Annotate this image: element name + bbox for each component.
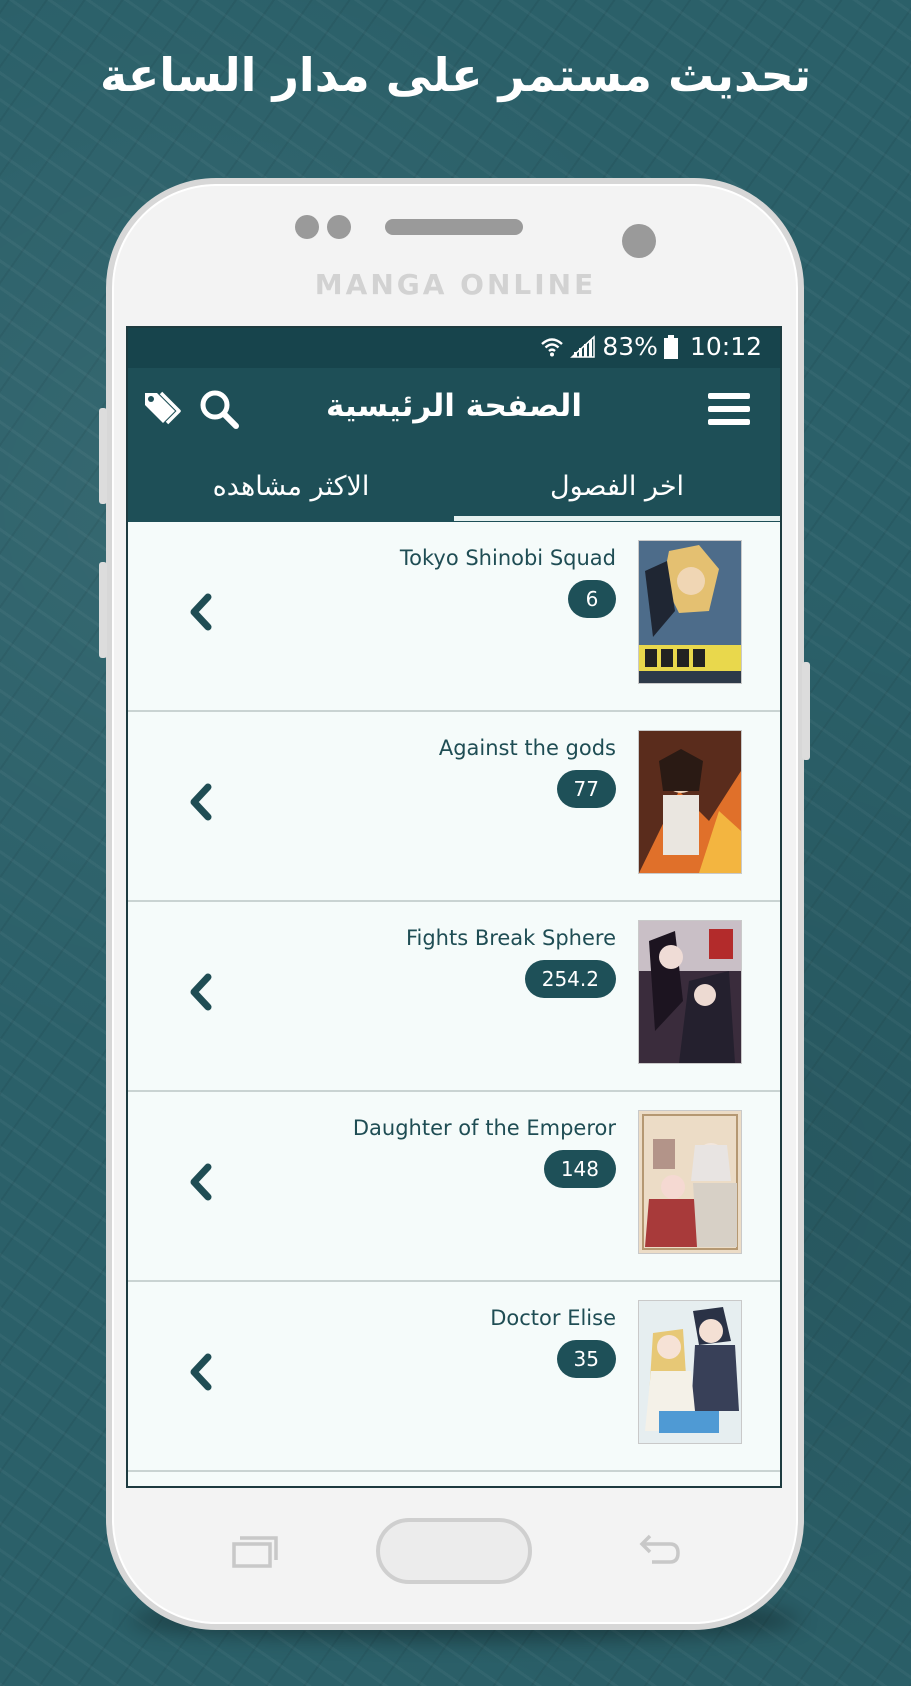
app-bar: الصفحة الرئيسية bbox=[128, 368, 780, 450]
tab-most-viewed[interactable]: الاكثر مشاهده bbox=[128, 450, 454, 522]
list-item[interactable]: Doctor Elise 35 bbox=[128, 1282, 780, 1472]
phone-side-button bbox=[99, 562, 107, 658]
battery-icon bbox=[663, 334, 678, 359]
front-camera bbox=[622, 224, 656, 258]
speaker-grille bbox=[385, 219, 523, 235]
chapter-badge: 148 bbox=[543, 1150, 616, 1188]
manga-title: Daughter of the Emperor bbox=[352, 1116, 616, 1140]
headline: تحديث مستمر على مدار الساعة bbox=[99, 48, 812, 102]
menu-button[interactable] bbox=[706, 386, 752, 432]
phone-power-button bbox=[802, 662, 810, 760]
list-item[interactable]: Tokyo Shinobi Squad 6 bbox=[128, 522, 780, 712]
chevron-left-icon[interactable] bbox=[186, 782, 214, 822]
chevron-left-icon[interactable] bbox=[186, 972, 214, 1012]
list-item[interactable]: Against the gods 77 bbox=[128, 712, 780, 902]
battery-percent: 83% bbox=[602, 332, 658, 361]
manga-list: Tokyo Shinobi Squad 6 Against the gods 7… bbox=[128, 522, 780, 1472]
status-bar: 83% 10:12 bbox=[128, 328, 780, 368]
manga-cover-image bbox=[638, 1300, 742, 1444]
tab-latest-chapters[interactable]: اخر الفصول bbox=[454, 450, 780, 522]
tab-label: الاكثر مشاهده bbox=[212, 470, 370, 502]
phone-side-button bbox=[99, 408, 107, 504]
page-title: الصفحة الرئيسية bbox=[326, 388, 582, 424]
chevron-left-icon[interactable] bbox=[186, 592, 214, 632]
chapter-badge: 254.2 bbox=[524, 960, 616, 998]
recent-apps-icon[interactable] bbox=[232, 1534, 278, 1568]
active-tab-indicator bbox=[454, 516, 780, 521]
manga-title: Doctor Elise bbox=[490, 1306, 616, 1330]
chevron-left-icon[interactable] bbox=[186, 1352, 214, 1392]
hamburger-icon bbox=[708, 393, 750, 425]
manga-cover-image bbox=[638, 1110, 742, 1254]
home-button[interactable] bbox=[376, 1518, 532, 1584]
manga-cover-image bbox=[638, 540, 742, 684]
manga-title: Against the gods bbox=[438, 736, 616, 760]
clock: 10:12 bbox=[689, 332, 762, 361]
chevron-left-icon[interactable] bbox=[186, 1162, 214, 1202]
tab-label: اخر الفصول bbox=[549, 470, 685, 502]
manga-title: Fights Break Sphere bbox=[405, 926, 616, 950]
chapter-badge: 77 bbox=[556, 770, 616, 808]
manga-title: Tokyo Shinobi Squad bbox=[399, 546, 616, 570]
tab-bar: الاكثر مشاهده اخر الفصول bbox=[128, 450, 780, 522]
signal-icon bbox=[570, 334, 596, 358]
wifi-icon bbox=[541, 337, 564, 356]
manga-cover-image bbox=[638, 730, 742, 874]
manga-cover-image bbox=[638, 920, 742, 1064]
chapter-badge: 6 bbox=[568, 580, 616, 618]
brand-label: MANGA ONLINE bbox=[314, 268, 597, 301]
list-item[interactable]: Fights Break Sphere 254.2 bbox=[128, 902, 780, 1092]
sensor-dot bbox=[327, 215, 351, 239]
app-screen: 83% 10:12 الصفحة الرئيسية الاكثر مشاهده … bbox=[126, 326, 782, 1488]
chapter-badge: 35 bbox=[556, 1340, 616, 1378]
list-item[interactable]: Daughter of the Emperor 148 bbox=[128, 1092, 780, 1282]
sensor-dot bbox=[295, 215, 319, 239]
back-icon[interactable] bbox=[634, 1532, 680, 1566]
